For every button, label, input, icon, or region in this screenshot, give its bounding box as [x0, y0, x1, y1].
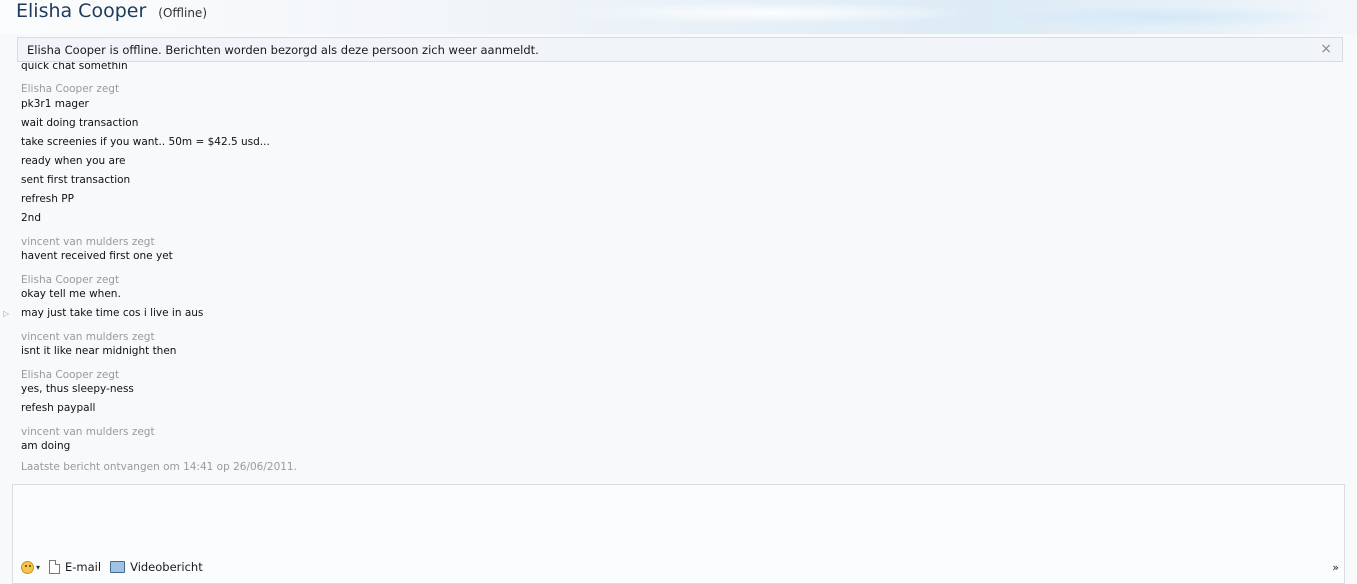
message-line: am doing — [21, 440, 71, 452]
message-sender: vincent van mulders zegt — [21, 426, 155, 438]
email-label: E-mail — [65, 560, 102, 574]
conversation-history[interactable]: quick chat somethin Elisha Cooper zegt p… — [0, 62, 1357, 482]
message-line: refesh paypall — [21, 402, 96, 414]
message-line: havent received first one yet — [21, 250, 173, 262]
message-input[interactable] — [12, 484, 1345, 584]
video-message-button[interactable]: Videobericht — [110, 560, 203, 574]
message-sender: Elisha Cooper zegt — [21, 83, 120, 95]
message-line: 2nd — [21, 212, 42, 224]
emoticon-icon — [21, 560, 34, 574]
compose-toolbar: ▾ E-mail Videobericht — [21, 560, 212, 574]
triangle-marker-icon: ▷ — [3, 309, 10, 318]
offline-notice-text: Elisha Cooper is offline. Berichten word… — [27, 43, 539, 57]
message-sender: vincent van mulders zegt — [21, 331, 155, 343]
message-line: take screenies if you want.. 50m = $42.5… — [21, 136, 270, 148]
email-button[interactable]: E-mail — [49, 560, 101, 574]
video-message-label: Videobericht — [130, 560, 203, 574]
contact-name[interactable]: Elisha Cooper — [16, 0, 146, 22]
message-line: isnt it like near midnight then — [21, 345, 177, 357]
message-line: sent first transaction — [21, 174, 131, 186]
message-line: yes, thus sleepy-ness — [21, 383, 134, 395]
message-sender: Elisha Cooper zegt — [21, 369, 120, 381]
email-icon — [49, 560, 61, 574]
last-received-timestamp: Laatste bericht ontvangen om 14:41 op 26… — [21, 461, 297, 473]
cloud-decoration — [980, 6, 1340, 28]
message-sender: vincent van mulders zegt — [21, 236, 155, 248]
message-line: refresh PP — [21, 193, 74, 205]
message-sender: Elisha Cooper zegt — [21, 274, 120, 286]
more-options-icon[interactable]: » — [1332, 561, 1339, 574]
chevron-down-icon: ▾ — [36, 562, 41, 572]
message-line: quick chat somethin — [21, 62, 128, 72]
video-icon — [110, 561, 126, 573]
close-icon[interactable]: × — [1320, 41, 1332, 57]
cloud-decoration — [560, 2, 980, 24]
message-line: may just take time cos i live in aus — [21, 307, 204, 319]
offline-notice-bar: Elisha Cooper is offline. Berichten word… — [17, 37, 1343, 62]
contact-status: (Offline) — [158, 6, 207, 20]
emoticon-button[interactable]: ▾ — [21, 560, 41, 574]
message-line: wait doing transaction — [21, 117, 139, 129]
message-line: pk3r1 mager — [21, 98, 89, 110]
conversation-header: Elisha Cooper (Offline) — [16, 0, 207, 26]
message-line: okay tell me when. — [21, 288, 121, 300]
message-line: ready when you are — [21, 155, 126, 167]
